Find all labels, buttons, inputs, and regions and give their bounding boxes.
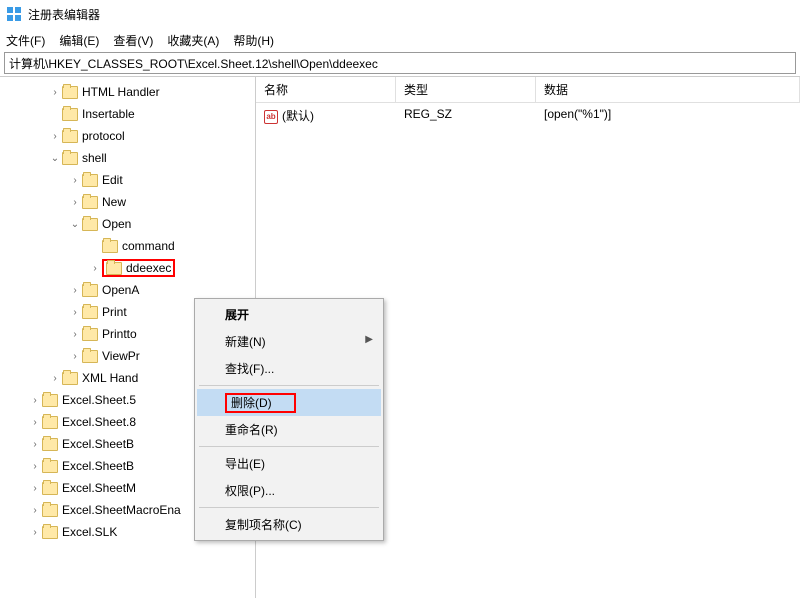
- folder-icon: [62, 86, 78, 99]
- tree-item-shell[interactable]: ⌄shell: [0, 147, 255, 169]
- folder-icon: [82, 218, 98, 231]
- folder-icon: [42, 438, 58, 451]
- value-type: REG_SZ: [396, 105, 536, 126]
- list-row[interactable]: ab (默认) REG_SZ [open("%1")]: [256, 103, 800, 128]
- tree-item-protocol[interactable]: ›protocol: [0, 125, 255, 147]
- menu-view[interactable]: 查看(V): [113, 32, 153, 49]
- ctx-copy-key-name[interactable]: 复制项名称(C): [197, 511, 381, 538]
- folder-icon: [82, 284, 98, 297]
- tree-item-new[interactable]: ›New: [0, 191, 255, 213]
- ctx-export[interactable]: 导出(E): [197, 450, 381, 477]
- window-title: 注册表编辑器: [28, 6, 100, 23]
- string-icon: ab: [264, 110, 278, 124]
- ctx-delete[interactable]: 删除(D): [197, 389, 381, 416]
- folder-icon: [82, 174, 98, 187]
- ctx-new[interactable]: 新建(N)▶: [197, 328, 381, 355]
- folder-icon: [62, 130, 78, 143]
- highlight-delete: 删除(D): [225, 393, 296, 413]
- folder-icon: [42, 460, 58, 473]
- tree-item-edit[interactable]: ›Edit: [0, 169, 255, 191]
- chevron-right-icon: ▶: [365, 334, 373, 345]
- col-type[interactable]: 类型: [396, 77, 536, 102]
- tree-item-html-handler[interactable]: ›HTML Handler: [0, 81, 255, 103]
- tree-item-ddeexec[interactable]: ›ddeexec: [0, 257, 255, 279]
- ctx-rename[interactable]: 重命名(R): [197, 416, 381, 443]
- ctx-find[interactable]: 查找(F)...: [197, 355, 381, 382]
- menubar: 文件(F) 编辑(E) 查看(V) 收藏夹(A) 帮助(H): [0, 28, 800, 52]
- tree-item-command[interactable]: ›command: [0, 235, 255, 257]
- folder-icon: [42, 526, 58, 539]
- separator: [199, 507, 379, 508]
- folder-icon: [82, 306, 98, 319]
- tree-item-open[interactable]: ⌄Open: [0, 213, 255, 235]
- col-data[interactable]: 数据: [536, 77, 800, 102]
- tree-item-insertable[interactable]: ›Insertable: [0, 103, 255, 125]
- menu-file[interactable]: 文件(F): [6, 32, 45, 49]
- folder-icon: [42, 394, 58, 407]
- value-name: (默认): [282, 109, 314, 123]
- folder-icon: [42, 416, 58, 429]
- folder-icon: [62, 108, 78, 121]
- folder-icon: [62, 372, 78, 385]
- col-name[interactable]: 名称: [256, 77, 396, 102]
- app-icon: [6, 6, 22, 22]
- address-text: 计算机\HKEY_CLASSES_ROOT\Excel.Sheet.12\she…: [9, 55, 378, 72]
- list-header: 名称 类型 数据: [256, 77, 800, 103]
- folder-icon: [82, 196, 98, 209]
- folder-icon: [42, 482, 58, 495]
- ctx-permissions[interactable]: 权限(P)...: [197, 477, 381, 504]
- folder-icon: [42, 504, 58, 517]
- separator: [199, 385, 379, 386]
- menu-help[interactable]: 帮助(H): [233, 32, 274, 49]
- highlight-ddeexec: ddeexec: [102, 259, 175, 277]
- folder-icon: [82, 328, 98, 341]
- folder-icon: [62, 152, 78, 165]
- separator: [199, 446, 379, 447]
- context-menu: 展开 新建(N)▶ 查找(F)... 删除(D) 重命名(R) 导出(E) 权限…: [194, 298, 384, 541]
- titlebar: 注册表编辑器: [0, 0, 800, 28]
- menu-favorites[interactable]: 收藏夹(A): [167, 32, 219, 49]
- folder-icon: [102, 240, 118, 253]
- folder-icon: [106, 262, 122, 275]
- menu-edit[interactable]: 编辑(E): [59, 32, 99, 49]
- folder-icon: [82, 350, 98, 363]
- ctx-expand[interactable]: 展开: [197, 301, 381, 328]
- value-data: [open("%1")]: [536, 105, 800, 126]
- address-bar[interactable]: 计算机\HKEY_CLASSES_ROOT\Excel.Sheet.12\she…: [4, 52, 796, 74]
